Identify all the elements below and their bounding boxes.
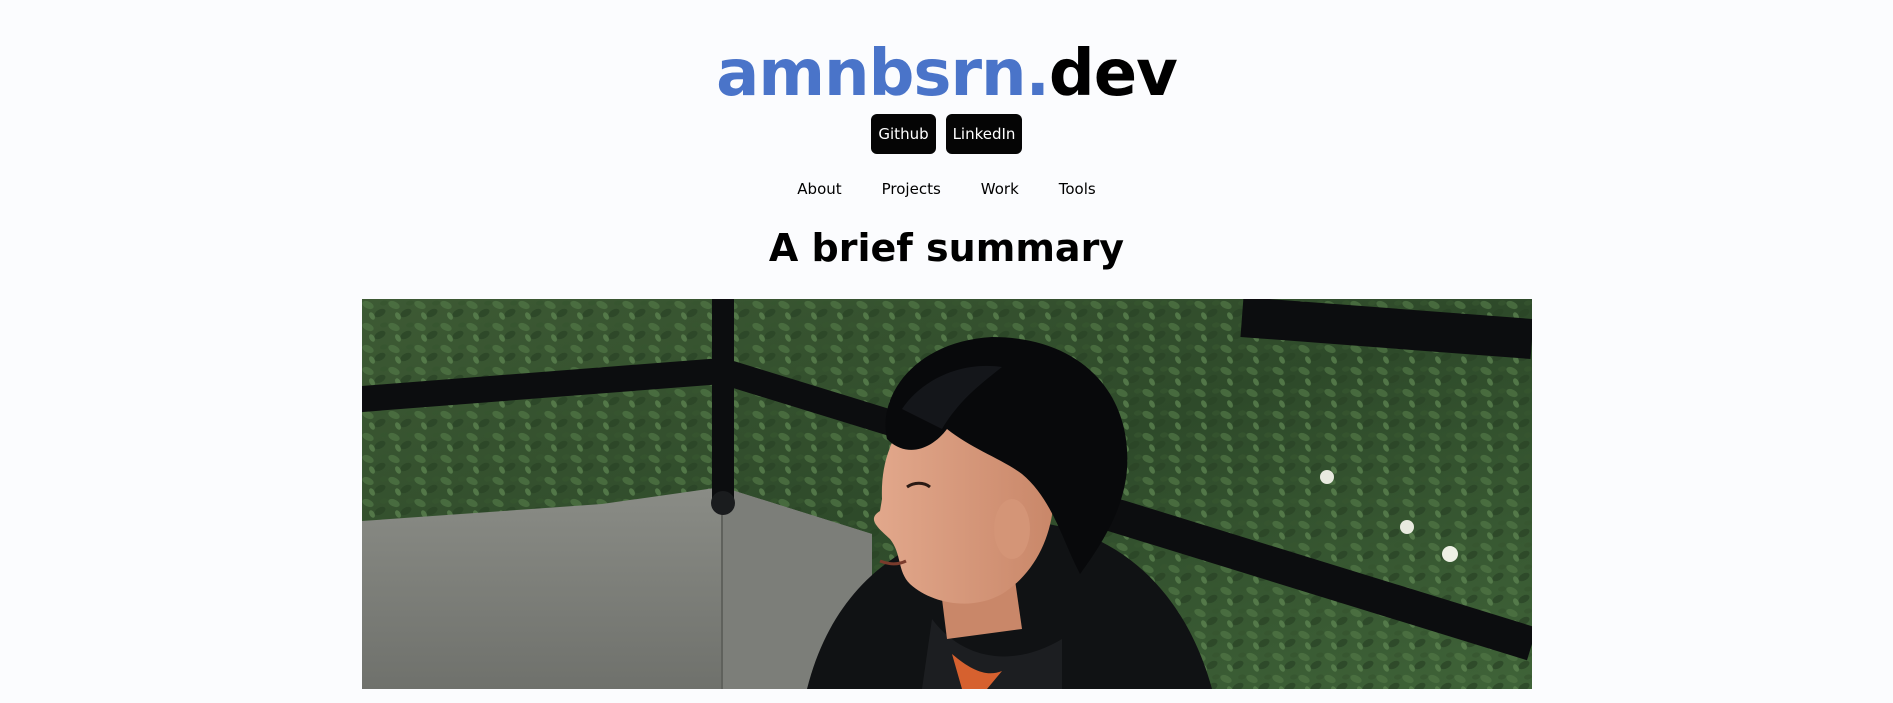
nav-item-tools[interactable]: Tools bbox=[1059, 178, 1096, 200]
social-links: Github LinkedIn bbox=[0, 114, 1893, 154]
nav-item-about[interactable]: About bbox=[797, 178, 841, 200]
linkedin-button[interactable]: LinkedIn bbox=[946, 114, 1022, 154]
nav-item-projects[interactable]: Projects bbox=[882, 178, 941, 200]
github-button[interactable]: Github bbox=[871, 114, 936, 154]
page: amnbsrn.dev Github LinkedIn About Projec… bbox=[0, 0, 1893, 703]
main-nav: About Projects Work Tools bbox=[0, 178, 1893, 200]
section-heading: A brief summary bbox=[768, 226, 1125, 270]
nav-item-work[interactable]: Work bbox=[981, 178, 1019, 200]
profile-photo bbox=[362, 299, 1532, 689]
site-title-brand[interactable]: amnbsrn. bbox=[716, 37, 1050, 111]
site-title-tld[interactable]: dev bbox=[1049, 37, 1178, 111]
site-title[interactable]: amnbsrn.dev bbox=[0, 38, 1893, 110]
